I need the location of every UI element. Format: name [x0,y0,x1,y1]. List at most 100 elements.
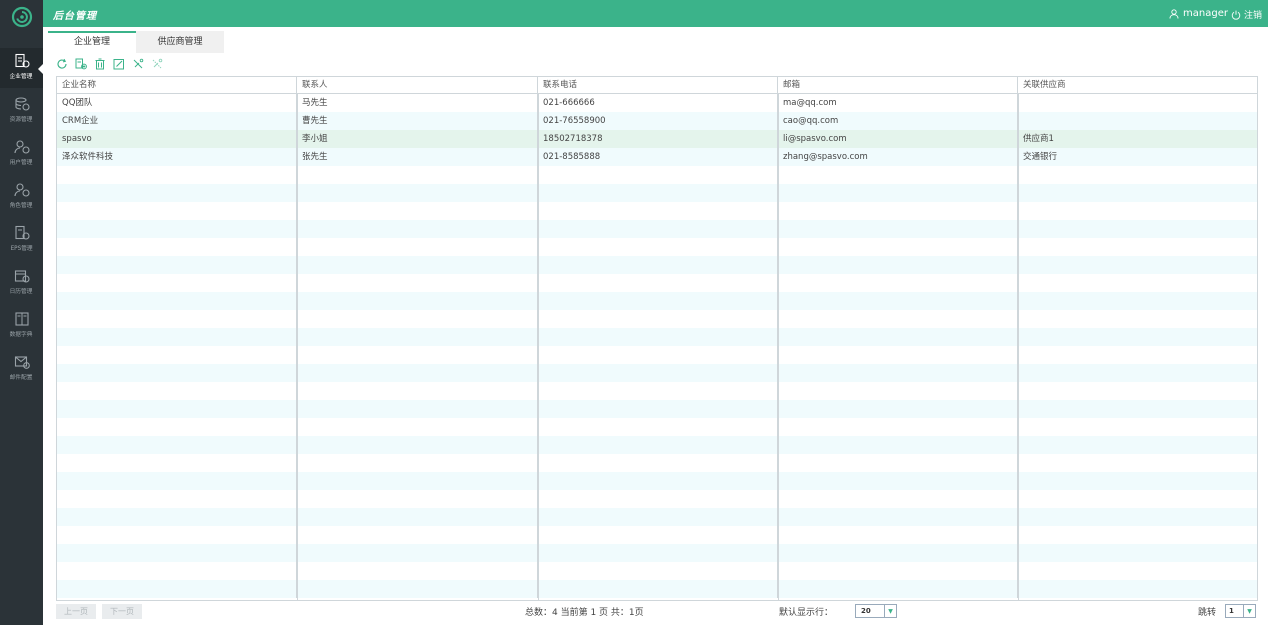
jump-page-value: 1 [1229,607,1234,615]
tab-enterprise[interactable]: 企业管理 [48,31,136,53]
toolbar [56,58,163,70]
user-menu[interactable]: manager [1169,8,1228,19]
column-header-contact[interactable]: 联系人 [297,77,538,93]
cell-name [57,400,297,418]
cell-phone [538,508,778,526]
cell-phone [538,562,778,580]
cell-name [57,364,297,382]
cell-supplier [1018,400,1257,418]
cell-contact [297,184,538,202]
refresh-button[interactable] [56,58,68,70]
dictionary-icon [14,312,29,326]
cell-supplier [1018,418,1257,436]
cell-name [57,580,297,598]
sidebar-item-enterprise[interactable]: 企业管理 [0,48,43,88]
edit-button[interactable] [113,58,125,70]
cell-contact [297,364,538,382]
eps-icon [14,225,30,240]
cell-phone: 021-8585888 [538,148,778,166]
empty-table-row [57,508,1257,526]
cell-email [778,454,1018,472]
delete-button[interactable] [94,58,106,70]
cell-contact [297,166,538,184]
sidebar-item-users[interactable]: 用户管理 [0,134,43,174]
empty-table-row [57,202,1257,220]
cell-name [57,418,297,436]
top-header: 后台管理 manager 注销 [43,0,1268,27]
cell-contact [297,310,538,328]
cell-phone [538,274,778,292]
cell-email [778,238,1018,256]
cell-name: spasvo [57,130,297,148]
column-header-supplier[interactable]: 关联供应商 [1018,77,1257,93]
rows-per-page-select[interactable]: 20 ▼ [855,604,897,618]
cell-contact: 张先生 [297,148,538,166]
sidebar-item-resources[interactable]: 资源管理 [0,91,43,131]
sidebar-item-label: 用户管理 [10,159,33,166]
cell-name [57,436,297,454]
column-header-name[interactable]: 企业名称 [57,77,297,93]
cell-name [57,220,297,238]
add-icon [75,58,87,70]
cell-phone [538,256,778,274]
cell-supplier [1018,328,1257,346]
empty-table-row [57,526,1257,544]
add-button[interactable] [75,58,87,70]
table-row[interactable]: QQ团队 马先生 021-666666 ma@qq.com [57,94,1257,112]
cell-supplier [1018,454,1257,472]
empty-table-row [57,256,1257,274]
prev-page-button[interactable]: 上一页 [56,604,96,619]
cell-phone [538,166,778,184]
jump-page-select[interactable]: 1 ▼ [1225,604,1256,618]
cell-email [778,292,1018,310]
sidebar-item-roles[interactable]: 角色管理 [0,177,43,217]
spiral-logo-icon [11,6,32,27]
app-title: 后台管理 [53,11,97,22]
table-row[interactable]: 泽众软件科技 张先生 021-8585888 zhang@spasvo.com 交通银行 [57,148,1257,166]
cell-name [57,184,297,202]
table-row[interactable]: CRM企业 曹先生 021-76558900 cao@qq.com [57,112,1257,130]
cell-supplier [1018,310,1257,328]
cell-phone [538,580,778,598]
cell-email: cao@qq.com [778,112,1018,130]
table-row[interactable]: spasvo 李小姐 18502718378 li@spasvo.com 供应商1 [57,130,1257,148]
cell-contact: 李小姐 [297,130,538,148]
cell-email [778,202,1018,220]
empty-table-row [57,292,1257,310]
cell-contact [297,544,538,562]
next-page-button[interactable]: 下一页 [102,604,142,619]
cell-contact [297,472,538,490]
cell-email [778,544,1018,562]
logout-button[interactable]: 注销 [1231,8,1262,21]
cell-phone [538,490,778,508]
link-button[interactable] [132,58,144,70]
cell-name [57,508,297,526]
tab-supplier[interactable]: 供应商管理 [136,31,224,53]
cell-email [778,436,1018,454]
cell-phone [538,238,778,256]
column-header-phone[interactable]: 联系电话 [538,77,778,93]
unlink-button[interactable] [151,58,163,70]
sidebar-item-eps[interactable]: EPS管理 [0,220,43,260]
sidebar-item-mail-config[interactable]: 邮件配置 [0,349,43,389]
cell-supplier [1018,562,1257,580]
cell-supplier: 交通银行 [1023,152,1058,162]
sidebar-item-calendar[interactable]: 日历管理 [0,263,43,303]
rows-per-page-label: 默认显示行： [779,608,834,618]
active-indicator [38,64,43,74]
empty-table-row [57,472,1257,490]
tab-bar: 企业管理 供应商管理 [48,31,224,53]
cell-contact [297,526,538,544]
cell-phone [538,292,778,310]
cell-email: ma@qq.com [778,94,1018,112]
user-settings-icon [13,140,30,154]
database-icon [14,97,30,111]
user-name: manager [1183,8,1228,19]
column-header-email[interactable]: 邮箱 [778,77,1018,93]
cell-name [57,562,297,580]
sidebar-item-dictionary[interactable]: 数据字典 [0,306,43,346]
cell-supplier [1018,202,1257,220]
cell-supplier [1018,346,1257,364]
cell-contact [297,328,538,346]
cell-contact [297,382,538,400]
